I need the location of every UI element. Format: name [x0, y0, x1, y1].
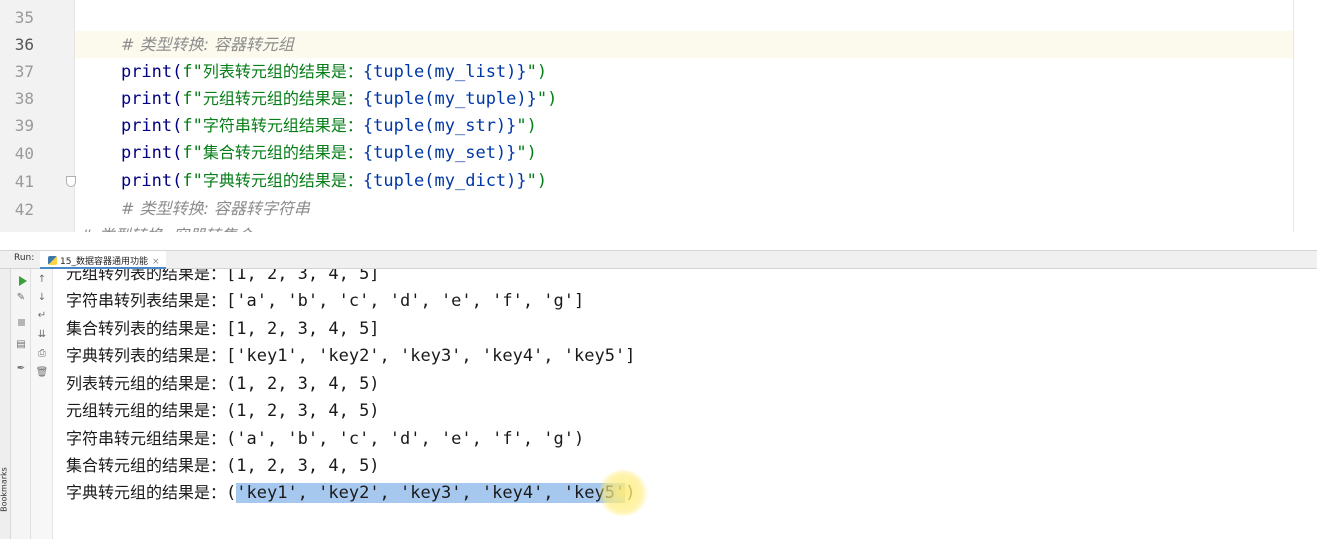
output-line: 字典转元组的结果是：('key1', 'key2', 'key3', 'key4… [66, 483, 635, 503]
string-close: ") [526, 171, 548, 191]
fstring-expression: {tuple(my_dict)} [362, 171, 527, 191]
string-close: ") [536, 89, 558, 109]
line-number: 35 [14, 8, 34, 27]
run-icon[interactable] [14, 273, 28, 287]
line-number: 38 [14, 89, 34, 108]
code-line[interactable]: print(f"元组转元组的结果是：{tuple(my_tuple)}") [80, 58, 557, 109]
console-output[interactable]: 元组转列表的结果是：[1, 2, 3, 4, 5] 字符串转列表结果是：['a'… [53, 269, 1317, 539]
code-line[interactable]: print(f"列表转元组的结果是：{tuple(my_list)}") [80, 31, 547, 82]
code-line[interactable]: print(f"集合转元组的结果是：{tuple(my_set)}") [80, 112, 537, 163]
line-number: 39 [14, 116, 34, 135]
python-file-icon [48, 256, 57, 265]
output-line: 元组转元组的结果是：(1, 2, 3, 4, 5) [66, 401, 380, 421]
run-tab-label: 15_数据容器通用功能 [60, 257, 148, 267]
close-tab-icon[interactable]: × [152, 257, 160, 267]
fold-icon[interactable] [66, 176, 76, 187]
line-number-gutter: 35 36 37 38 39 40 41 42 [0, 0, 76, 232]
line-number: 37 [14, 62, 34, 81]
pin-icon[interactable]: ✒ [14, 362, 28, 376]
run-title: Run: [14, 253, 35, 263]
mouse-cursor-highlight [598, 470, 648, 516]
print-icon[interactable]: ⎙ [35, 347, 49, 361]
layout-icon[interactable]: ▤ [14, 338, 28, 352]
output-line: 元组转列表的结果是：[1, 2, 3, 4, 5] [66, 269, 380, 284]
bookmarks-tab[interactable]: Bookmarks [0, 463, 11, 517]
output-line: 字符串转元组结果是：('a', 'b', 'c', 'd', 'e', 'f',… [66, 429, 585, 449]
code-editor[interactable]: 35 36 37 38 39 40 41 42 # 类型转换: 容器转元组 pr… [0, 0, 1317, 232]
line-number: 36 [14, 35, 34, 54]
output-line: 字典转列表的结果是：['key1', 'key2', 'key3', 'key4… [66, 346, 636, 366]
soft-wrap-icon[interactable]: ↵ [35, 309, 49, 323]
selected-text: 'key1', 'key2', 'key3', 'key4', 'key5' [236, 483, 626, 503]
scroll-to-end-icon[interactable]: ⇊ [35, 328, 49, 342]
editor-scrollbar[interactable] [1293, 0, 1294, 232]
code-line[interactable]: print(f"字典转元组的结果是：{tuple(my_dict)}") [80, 140, 547, 191]
trash-icon[interactable]: 🗑 [35, 366, 49, 380]
console-toolbar: ↑ ↓ ↵ ⇊ ⎙ 🗑 [31, 269, 53, 539]
comment-text: # 类型转换: 容器转字符串 [120, 199, 310, 218]
line-number: 41 [14, 172, 34, 191]
down-arrow-icon[interactable]: ↓ [35, 291, 49, 305]
run-tool-window-header: Run: 15_数据容器通用功能 × [0, 250, 1317, 269]
code-line[interactable]: # 类型转换: 容器转元组 [80, 4, 294, 54]
output-line: 集合转元组的结果是：(1, 2, 3, 4, 5) [66, 456, 380, 476]
up-arrow-icon[interactable]: ↑ [35, 273, 49, 287]
code-line[interactable]: # 类型转换: 容器转字符串 [80, 168, 310, 218]
stop-icon[interactable] [14, 315, 28, 329]
run-toolbar: ✎ ▤ ✒ [11, 269, 31, 539]
wrench-icon[interactable]: ✎ [14, 291, 28, 305]
line-number: 40 [14, 144, 34, 163]
line-number: 42 [14, 200, 34, 219]
output-line: 列表转元组的结果是：(1, 2, 3, 4, 5) [66, 374, 380, 394]
output-line: 字符串转列表结果是：['a', 'b', 'c', 'd', 'e', 'f',… [66, 291, 585, 311]
code-line[interactable]: print(f"字符串转元组结果是：{tuple(my_str)}") [80, 85, 537, 136]
code-line-partial: # 类型转换: 容器转集合 [80, 222, 253, 232]
run-tab[interactable]: 15_数据容器通用功能 × [40, 251, 166, 269]
output-line: 集合转列表的结果是：[1, 2, 3, 4, 5] [66, 319, 380, 339]
